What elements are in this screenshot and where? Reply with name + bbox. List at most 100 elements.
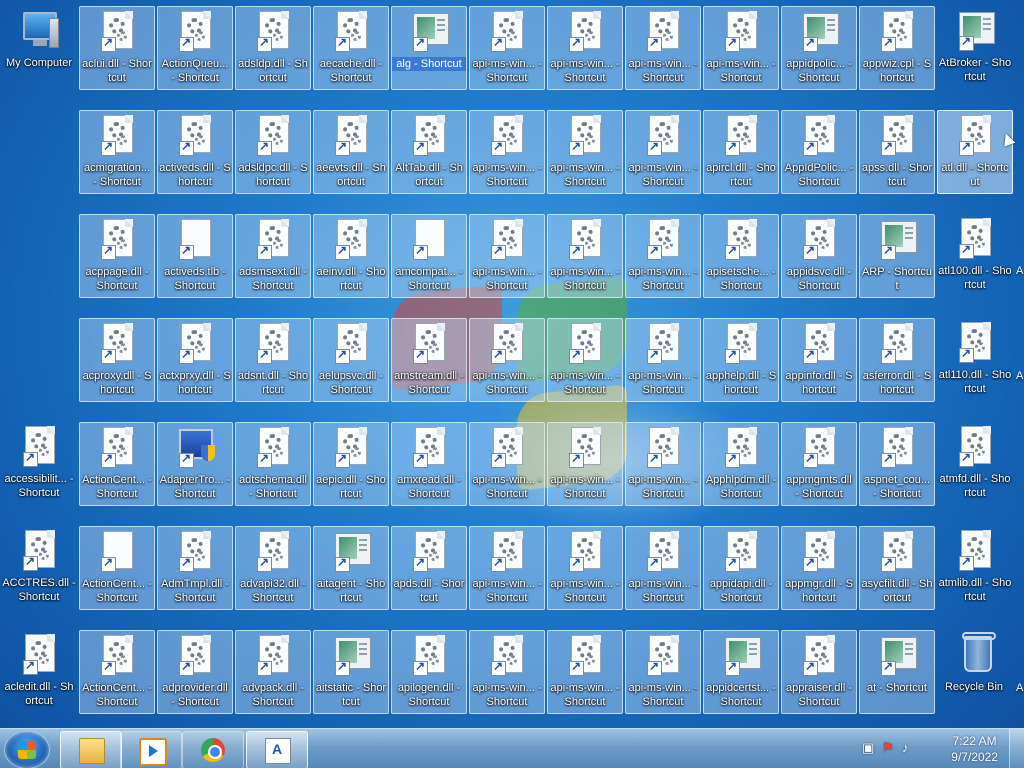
desktop-icon[interactable]: alg - Shortcut bbox=[391, 6, 467, 90]
desktop-icon[interactable]: atl100.dll - Shortcut bbox=[937, 214, 1013, 298]
desktop-icon[interactable]: ActionCent... - Shortcut bbox=[79, 526, 155, 610]
desktop-icon[interactable]: api-ms-win... - Shortcut bbox=[625, 422, 701, 506]
desktop-icon-label: acproxy.dll - Shortcut bbox=[82, 370, 152, 396]
desktop-icon[interactable]: aeinv.dll - Shortcut bbox=[313, 214, 389, 298]
desktop-icon[interactable]: atmfd.dll - Shortcut bbox=[937, 422, 1013, 506]
desktop-icon[interactable]: aelupsvc.dll - Shortcut bbox=[313, 318, 389, 402]
network-icon[interactable]: ▣ bbox=[862, 741, 876, 755]
desktop-icon[interactable]: adsnt.dll - Shortcut bbox=[235, 318, 311, 402]
desktop-icon[interactable]: AdmTmpl.dll - Shortcut bbox=[157, 526, 233, 610]
desktop-icon[interactable]: acproxy.dll - Shortcut bbox=[79, 318, 155, 402]
desktop-icon[interactable]: AltTab.dll - Shortcut bbox=[391, 110, 467, 194]
desktop-icon[interactable]: adtschema.dll - Shortcut bbox=[235, 422, 311, 506]
desktop-icon[interactable]: apircl.dll - Shortcut bbox=[703, 110, 779, 194]
desktop-icon[interactable]: AtBroker - Shortcut bbox=[937, 6, 1013, 90]
desktop-icon[interactable]: acledit.dll - Shortcut bbox=[1, 630, 77, 714]
show-desktop-button[interactable] bbox=[1009, 729, 1024, 768]
taskbar-media-button[interactable] bbox=[120, 731, 182, 768]
desktop-icon[interactable]: My Computer bbox=[1, 6, 77, 90]
desktop-icon[interactable]: apphelp.dll - Shortcut bbox=[703, 318, 779, 402]
desktop[interactable]: My Computer Recycle Bin acledit.dll - Shor… bbox=[0, 0, 1024, 728]
desktop-icon[interactable]: api-ms-win... - Shortcut bbox=[547, 422, 623, 506]
desktop-icon[interactable]: appmgmts.dll - Shortcut bbox=[781, 422, 857, 506]
desktop-icon[interactable]: asferror.dll - Shortcut bbox=[859, 318, 935, 402]
desktop-icon[interactable]: api-ms-win... - Shortcut bbox=[625, 526, 701, 610]
desktop-icon[interactable]: Recycle Bin bbox=[936, 630, 1012, 714]
desktop-icon[interactable]: accessibilit... - Shortcut bbox=[1, 422, 77, 506]
volume-icon[interactable]: ♪ bbox=[902, 741, 916, 755]
desktop-icon[interactable]: aitagent - Shortcut bbox=[313, 526, 389, 610]
desktop-icon[interactable]: api-ms-win... - Shortcut bbox=[469, 110, 545, 194]
desktop-icon[interactable]: Apphlpdm.dll - Shortcut bbox=[703, 422, 779, 506]
desktop-icon[interactable]: apds.dll - Shortcut bbox=[391, 526, 467, 610]
taskbar-explorer-button[interactable] bbox=[60, 731, 122, 768]
desktop-icon[interactable]: adprovider.dll - Shortcut bbox=[157, 630, 233, 714]
desktop-icon[interactable]: appinfo.dll - Shortcut bbox=[781, 318, 857, 402]
desktop-icon[interactable]: api-ms-win... - Shortcut bbox=[547, 214, 623, 298]
desktop-icon[interactable]: api-ms-win... - Shortcut bbox=[625, 6, 701, 90]
desktop-icon[interactable]: api-ms-win... - Shortcut bbox=[469, 526, 545, 610]
desktop-icon[interactable]: api-ms-win... - Shortcut bbox=[703, 6, 779, 90]
desktop-icon[interactable]: amcompat... - Shortcut bbox=[391, 214, 467, 298]
desktop-icon[interactable]: AppIdPolic... - Shortcut bbox=[781, 110, 857, 194]
desktop-icon[interactable]: api-ms-win... - Shortcut bbox=[625, 214, 701, 298]
desktop-icon[interactable]: appmgr.dll - Shortcut bbox=[781, 526, 857, 610]
desktop-icon[interactable]: ActionQueu... - Shortcut bbox=[157, 6, 233, 90]
desktop-icon[interactable]: activeds.tlb - Shortcut bbox=[157, 214, 233, 298]
taskbar-chrome-button[interactable] bbox=[182, 731, 244, 768]
desktop-icon[interactable]: atl110.dll - Shortcut bbox=[937, 318, 1013, 402]
desktop-icon[interactable]: acppage.dll - Shortcut bbox=[79, 214, 155, 298]
desktop-icon[interactable]: adsldp.dll - Shortcut bbox=[235, 6, 311, 90]
desktop-icon[interactable]: api-ms-win... - Shortcut bbox=[547, 526, 623, 610]
desktop-icon[interactable]: appwiz.cpl - Shortcut bbox=[859, 6, 935, 90]
desktop-icon[interactable]: aitstatic - Shortcut bbox=[313, 630, 389, 714]
desktop-icon[interactable]: api-ms-win... - Shortcut bbox=[469, 630, 545, 714]
desktop-icon[interactable]: apss.dll - Shortcut bbox=[859, 110, 935, 194]
desktop-icon[interactable]: api-ms-win... - Shortcut bbox=[469, 422, 545, 506]
desktop-icon[interactable]: adsmsext.dll - Shortcut bbox=[235, 214, 311, 298]
desktop-icon[interactable]: aspnet_cou... - Shortcut bbox=[859, 422, 935, 506]
desktop-icon[interactable]: api-ms-win... - Shortcut bbox=[625, 630, 701, 714]
desktop-icon-label: ActionCent... - Shortcut bbox=[82, 578, 152, 604]
desktop-icon[interactable]: appraiser.dll - Shortcut bbox=[781, 630, 857, 714]
desktop-icon[interactable]: api-ms-win... - Shortcut bbox=[547, 6, 623, 90]
clock[interactable]: 7:22 AM 9/7/2022 bbox=[951, 733, 998, 765]
desktop-icon[interactable]: api-ms-win... - Shortcut bbox=[625, 110, 701, 194]
desktop-icon[interactable]: AdapterTro... - Shortcut bbox=[157, 422, 233, 506]
action-center-flag-icon[interactable]: ⚑ bbox=[882, 741, 896, 755]
desktop-icon[interactable]: acmigration... - Shortcut bbox=[79, 110, 155, 194]
desktop-icon[interactable]: asycfilt.dll - Shortcut bbox=[859, 526, 935, 610]
taskbar-wordpad-button[interactable] bbox=[246, 731, 308, 768]
desktop-icon[interactable]: api-ms-win... - Shortcut bbox=[469, 214, 545, 298]
desktop-icon[interactable]: api-ms-win... - Shortcut bbox=[469, 6, 545, 90]
desktop-icon[interactable]: atmlib.dll - Shortcut bbox=[937, 526, 1013, 610]
desktop-icon[interactable]: apisetsche... - Shortcut bbox=[703, 214, 779, 298]
desktop-icon[interactable]: at - Shortcut bbox=[859, 630, 935, 714]
desktop-icon[interactable]: appidsvc.dll - Shortcut bbox=[781, 214, 857, 298]
desktop-icon[interactable]: api-ms-win... - Shortcut bbox=[625, 318, 701, 402]
desktop-icon[interactable]: apilogen.dll - Shortcut bbox=[391, 630, 467, 714]
desktop-icon[interactable]: appidpolic... - Shortcut bbox=[781, 6, 857, 90]
start-button[interactable] bbox=[4, 731, 50, 768]
desktop-icon[interactable]: api-ms-win... - Shortcut bbox=[547, 630, 623, 714]
desktop-icon[interactable]: ACCTRES.dll - Shortcut bbox=[1, 526, 77, 610]
desktop-icon[interactable]: activeds.dll - Shortcut bbox=[157, 110, 233, 194]
desktop-icon[interactable]: aepic.dll - Shortcut bbox=[313, 422, 389, 506]
desktop-icon[interactable]: api-ms-win... - Shortcut bbox=[547, 318, 623, 402]
desktop-icon[interactable]: api-ms-win... - Shortcut bbox=[547, 110, 623, 194]
desktop-icon[interactable]: ARP - Shortcut bbox=[859, 214, 935, 298]
desktop-icon[interactable]: actxprxy.dll - Shortcut bbox=[157, 318, 233, 402]
desktop-icon[interactable]: appidapi.dll - Shortcut bbox=[703, 526, 779, 610]
desktop-icon[interactable]: aclui.dll - Shortcut bbox=[79, 6, 155, 90]
desktop-icon[interactable]: aeevts.dll - Shortcut bbox=[313, 110, 389, 194]
desktop-icon[interactable]: amstream.dll - Shortcut bbox=[391, 318, 467, 402]
desktop-icon[interactable]: adsldpc.dll - Shortcut bbox=[235, 110, 311, 194]
desktop-icon[interactable]: aecache.dll - Shortcut bbox=[313, 6, 389, 90]
desktop-icon[interactable]: api-ms-win... - Shortcut bbox=[469, 318, 545, 402]
desktop-icon[interactable]: advpack.dll - Shortcut bbox=[235, 630, 311, 714]
desktop-icon[interactable]: appidcertst... - Shortcut bbox=[703, 630, 779, 714]
desktop-icon[interactable]: ActionCent... - Shortcut bbox=[79, 422, 155, 506]
desktop-icon[interactable]: advapi32.dll - Shortcut bbox=[235, 526, 311, 610]
desktop-icon[interactable]: amxread.dll - Shortcut bbox=[391, 422, 467, 506]
desktop-icon[interactable]: ActionCent... - Shortcut bbox=[79, 630, 155, 714]
